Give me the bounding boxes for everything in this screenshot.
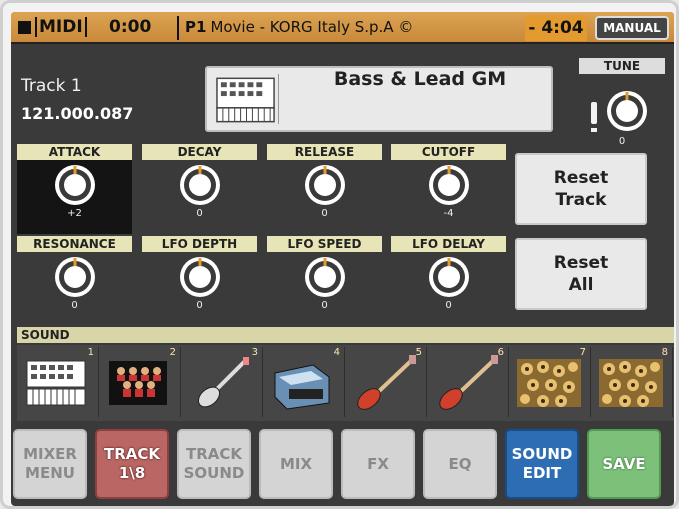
track-sound-6[interactable]: 6 xyxy=(429,347,509,417)
tab-label-1: FX xyxy=(367,454,389,473)
electric-guitar-icon xyxy=(197,357,249,408)
tab-track-sound[interactable]: TRACK SOUND xyxy=(177,429,251,499)
tab-label-1: MIX xyxy=(279,454,313,473)
track-number: 2 xyxy=(169,347,176,358)
lfo-delay-value: 0 xyxy=(445,300,452,311)
attack-knob[interactable] xyxy=(53,163,97,207)
lfo-delay-knob[interactable] xyxy=(427,255,471,299)
keyboard-icon xyxy=(26,360,86,406)
track-number: 5 xyxy=(415,347,422,358)
track-sound-1[interactable]: 1 xyxy=(19,347,99,417)
tune-label: TUNE xyxy=(579,58,665,74)
track-sound-5[interactable]: 5 xyxy=(347,347,427,417)
decay-label: DECAY xyxy=(142,144,257,160)
manual-button[interactable]: MANUAL xyxy=(595,16,669,40)
lfo-depth-knob[interactable] xyxy=(178,255,222,299)
track-number: 7 xyxy=(579,347,586,358)
tab-label-1: SAVE xyxy=(602,454,646,473)
status-divider xyxy=(177,16,179,40)
tune-meter xyxy=(591,102,597,132)
reset-all-label-1: Reset xyxy=(553,253,609,273)
status-bar: MIDI 0:00 P1 Movie - KORG Italy S.p.A © -… xyxy=(11,12,674,44)
track-name: Track 1 xyxy=(21,76,82,96)
track-number: 3 xyxy=(251,347,258,358)
midi-mode-label: MIDI xyxy=(35,17,87,37)
release-knob[interactable] xyxy=(303,163,347,207)
tab-label-2: EDIT xyxy=(522,464,562,482)
remaining-time: - 4:04 xyxy=(525,15,587,41)
choir-icon xyxy=(109,361,167,405)
track-number: 8 xyxy=(661,347,668,358)
performance-tag: P1 xyxy=(185,18,207,36)
tab-mixer-menu[interactable]: MIXER MENU xyxy=(13,429,87,499)
lfo-depth-label: LFO DEPTH xyxy=(142,236,257,252)
tab-track-1-8[interactable]: TRACK 1\8 xyxy=(95,429,169,499)
lfo-speed-label: LFO SPEED xyxy=(267,236,382,252)
reset-track-label-2: Track xyxy=(555,190,607,210)
tab-sound-edit[interactable]: SOUND EDIT xyxy=(505,429,579,499)
release-label: RELEASE xyxy=(267,144,382,160)
sound-name: Bass & Lead GM xyxy=(333,68,507,90)
song-time: 0:00 xyxy=(109,17,152,37)
drum-texture-icon xyxy=(599,359,663,407)
synth-organ-icon xyxy=(274,364,330,410)
drum-texture-icon xyxy=(517,359,581,407)
track-sound-2[interactable]: 2 xyxy=(101,347,181,417)
sound-section-label: SOUND xyxy=(17,327,674,343)
attack-label: ATTACK xyxy=(17,144,132,160)
tab-label-2: MENU xyxy=(25,464,75,482)
reset-track-label-1: Reset xyxy=(553,168,609,188)
cutoff-label: CUTOFF xyxy=(391,144,506,160)
reset-all-button[interactable]: Reset All xyxy=(515,238,647,310)
bass-guitar-icon xyxy=(439,355,498,410)
cutoff-value: -4 xyxy=(443,208,454,219)
tab-label-2: SOUND xyxy=(183,464,245,482)
tab-label-1: TRACK xyxy=(185,445,243,463)
track-sound-4[interactable]: 4 xyxy=(265,347,345,417)
resonance-knob[interactable] xyxy=(53,255,97,299)
bass-guitar-icon xyxy=(357,355,416,410)
lfo-speed-value: 0 xyxy=(321,300,328,311)
tab-label-1: TRACK xyxy=(103,445,161,463)
track-sound-icons: 1 2 3 4 5 6 7 8 xyxy=(17,345,674,421)
release-value: 0 xyxy=(321,208,328,219)
cutoff-knob[interactable] xyxy=(427,163,471,207)
track-sound-7[interactable]: 7 xyxy=(511,347,591,417)
song-title: P1 Movie - KORG Italy S.p.A © xyxy=(185,17,413,38)
reset-track-button[interactable]: Reset Track xyxy=(515,153,647,225)
track-header: Track 1 121.000.087 Bass & Lead GM TUNE … xyxy=(11,46,674,147)
bank-number: 121.000.087 xyxy=(21,104,134,123)
lfo-speed-knob[interactable] xyxy=(303,255,347,299)
track-sound-8[interactable]: 8 xyxy=(593,347,673,417)
decay-knob[interactable] xyxy=(178,163,222,207)
track-sound-3[interactable]: 3 xyxy=(183,347,263,417)
tab-label-2: 1\8 xyxy=(118,464,146,482)
sound-select-button[interactable]: Bass & Lead GM xyxy=(205,66,553,132)
decay-value: 0 xyxy=(196,208,203,219)
lfo-depth-value: 0 xyxy=(196,300,203,311)
tab-eq[interactable]: EQ xyxy=(423,429,497,499)
tune-value: 0 xyxy=(618,136,626,147)
tab-fx[interactable]: FX xyxy=(341,429,415,499)
tune-knob[interactable] xyxy=(605,89,649,133)
lfo-delay-label: LFO DELAY xyxy=(391,236,506,252)
tab-label-1: SOUND xyxy=(511,445,573,463)
song-title-text: Movie - KORG Italy S.p.A © xyxy=(210,18,414,36)
tab-label-1: MIXER xyxy=(23,445,77,463)
track-number: 6 xyxy=(497,347,504,358)
reset-all-label-2: All xyxy=(568,275,594,295)
track-number: 1 xyxy=(87,347,94,358)
tab-label-1: EQ xyxy=(448,454,472,473)
midi-indicator-icon xyxy=(18,21,31,34)
tab-save[interactable]: SAVE xyxy=(587,429,661,499)
mixer-track-panel: MIDI 0:00 P1 Movie - KORG Italy S.p.A © -… xyxy=(11,12,674,506)
attack-value: +2 xyxy=(67,208,82,219)
keyboard-icon xyxy=(216,74,279,124)
track-number: 4 xyxy=(333,347,340,358)
resonance-label: RESONANCE xyxy=(17,236,132,252)
device-screen: MIDI 0:00 P1 Movie - KORG Italy S.p.A © -… xyxy=(0,0,679,509)
resonance-value: 0 xyxy=(71,300,78,311)
tab-mix[interactable]: MIX xyxy=(259,429,333,499)
